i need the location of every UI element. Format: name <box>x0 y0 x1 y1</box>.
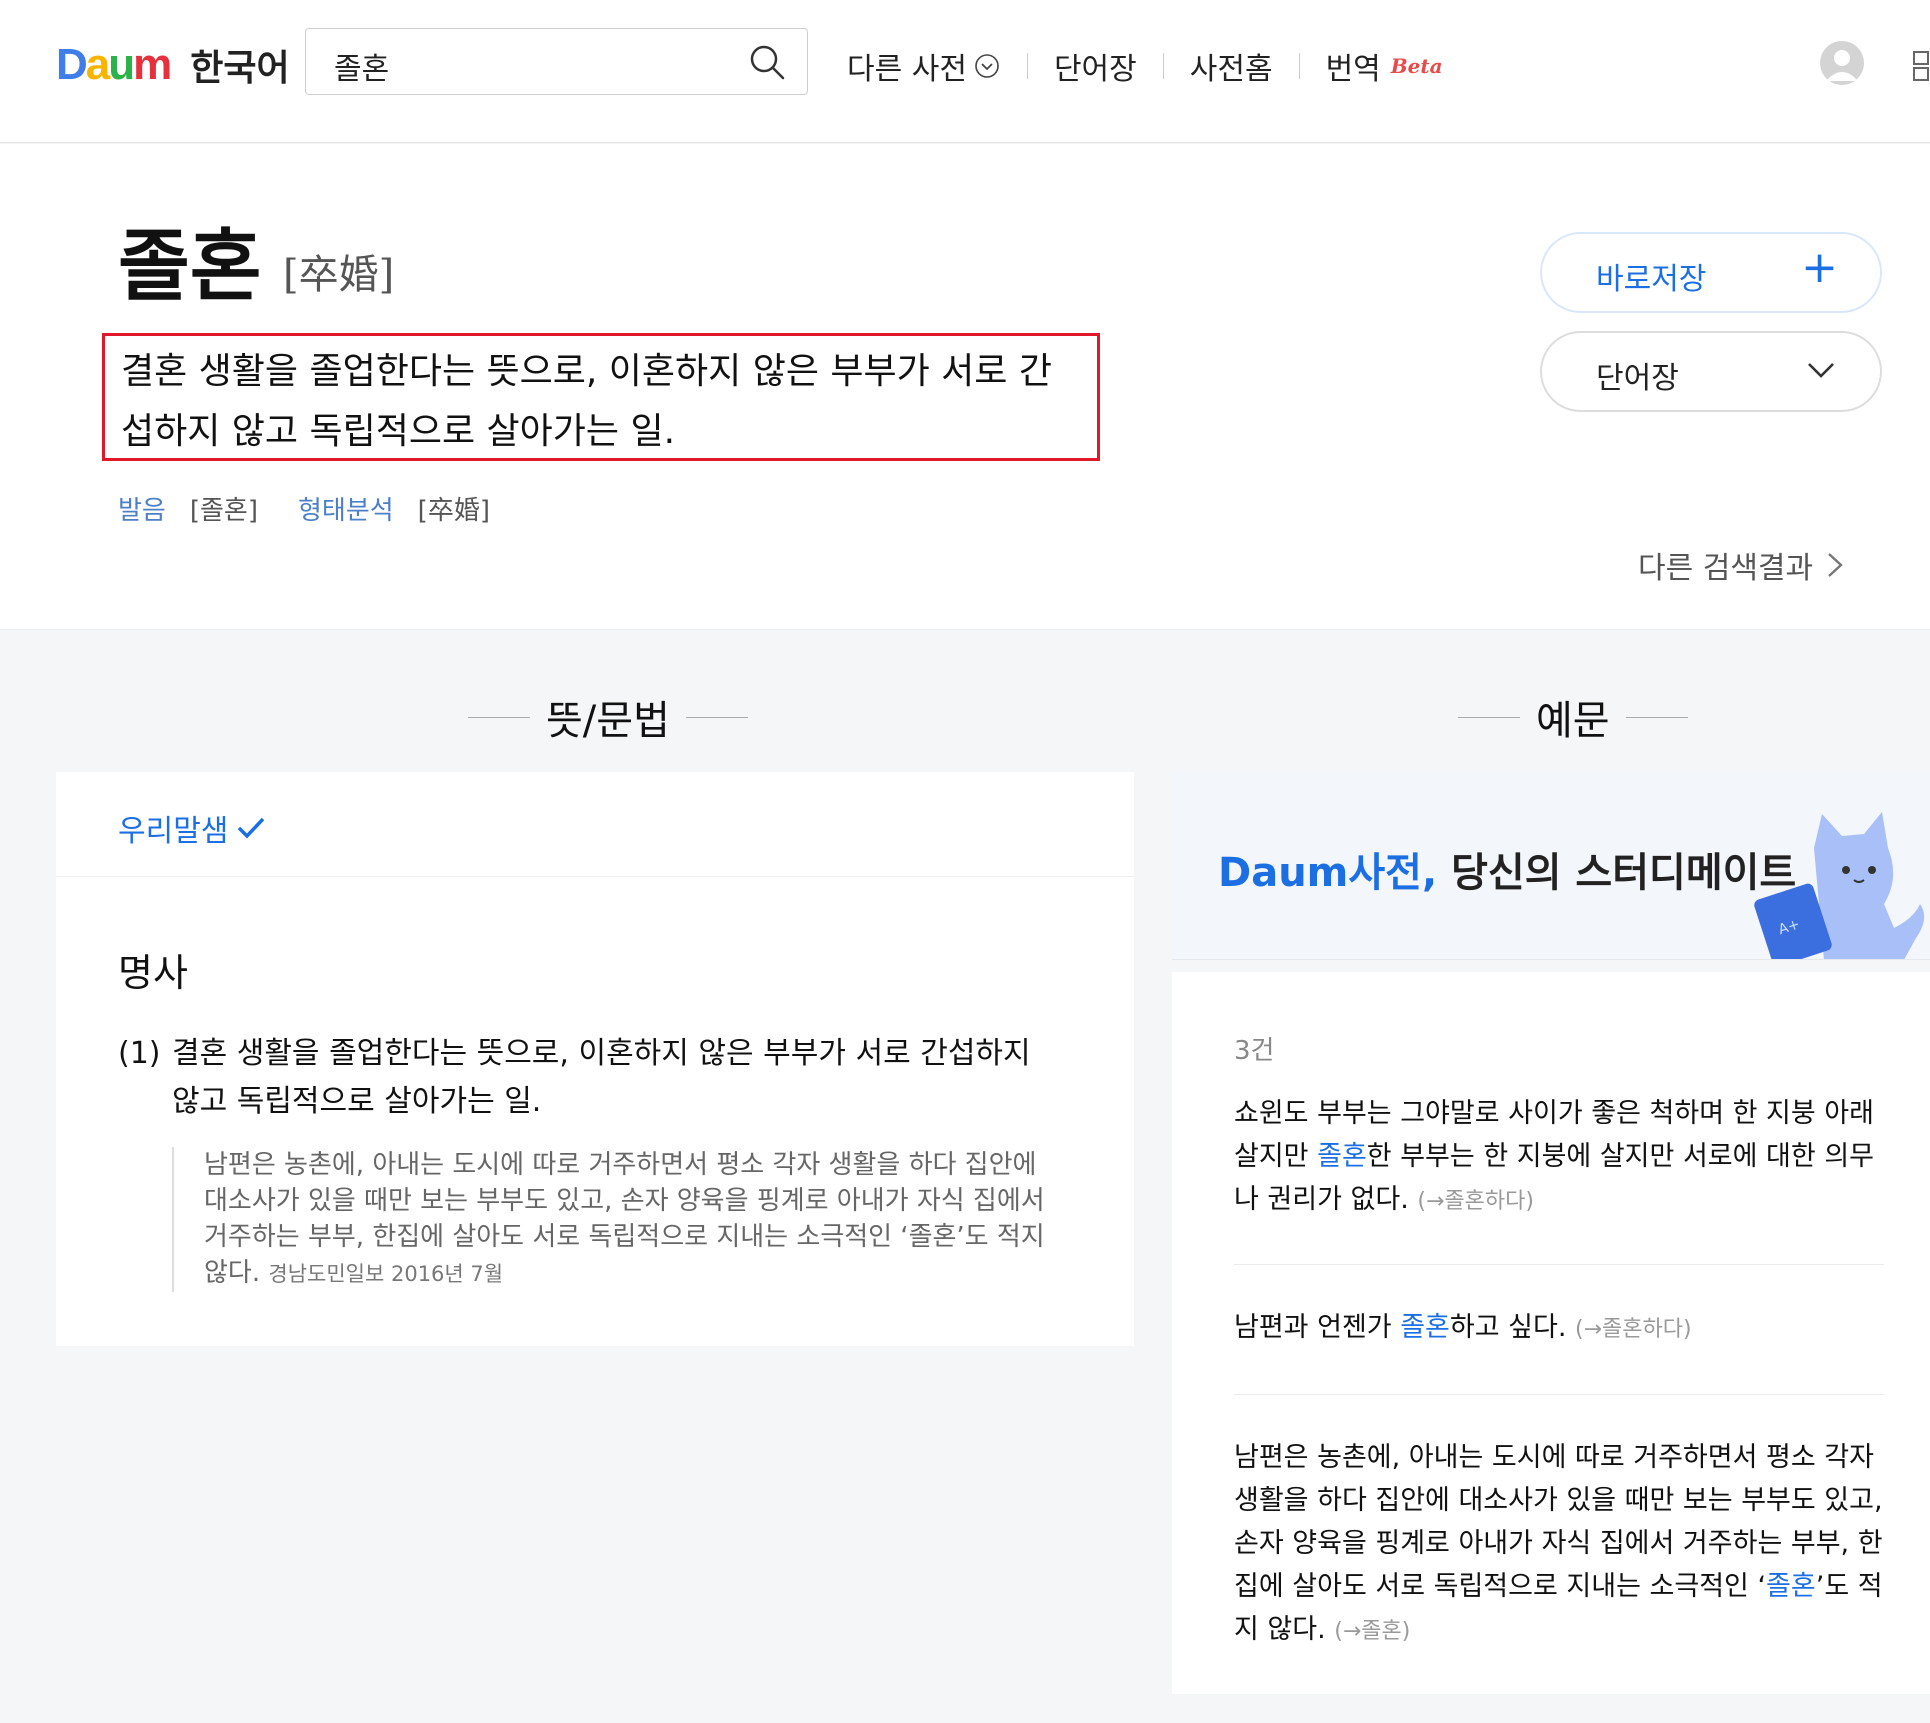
sense-number: (1) <box>118 1036 161 1071</box>
chevron-down-circle-icon <box>975 54 999 78</box>
nav-dict-home[interactable]: 사전홈 <box>1190 44 1273 88</box>
source-label: 우리말샘 <box>118 814 229 849</box>
usage-quote: 남편은 농촌에, 아내는 도시에 따로 거주하면서 평소 각자 생활을 하다 집… <box>172 1147 1052 1292</box>
other-results-link[interactable]: 다른 검색결과 <box>1638 543 1847 587</box>
example-ref[interactable]: (→졸혼하다) <box>1417 1189 1534 1214</box>
example-keyword[interactable]: 졸혼 <box>1766 1571 1816 1602</box>
definition-highlight-box: 결혼 생활을 졸업한다는 뜻으로, 이혼하지 않은 부부가 서로 간섭하지 않고… <box>102 333 1100 461</box>
example-ref[interactable]: (→졸혼하다) <box>1575 1317 1692 1342</box>
example-item: 쇼윈도 부부는 그야말로 사이가 좋은 척하며 한 지붕 아래 살지만 졸혼한 … <box>1234 1092 1884 1223</box>
examples-section-title: 예문 <box>1442 688 1704 746</box>
nav-wordbook-label: 단어장 <box>1053 52 1137 87</box>
nav-other-dicts[interactable]: 다른 사전 <box>847 44 1001 88</box>
quick-save-button[interactable]: 바로저장 + <box>1540 232 1882 313</box>
pronunciation-value: [졸혼] <box>189 496 258 526</box>
header: Daum 한국어 졸혼 다른 사전 단어장 사전홈 번역 Beta <box>0 0 1930 143</box>
examples-card: 3건 쇼윈도 부부는 그야말로 사이가 좋은 척하며 한 지붕 아래 살지만 졸… <box>1172 972 1930 1694</box>
source-tab[interactable]: 우리말샘 <box>118 806 266 850</box>
chevron-down-icon <box>1808 363 1834 378</box>
nav-divider <box>1162 53 1164 79</box>
example-item: 남편은 농촌에, 아내는 도시에 따로 거주하면서 평소 각자 생활을 하다 집… <box>1234 1436 1884 1653</box>
pronunciation-label[interactable]: 발음 <box>118 490 166 527</box>
example-keyword[interactable]: 졸혼 <box>1400 1312 1450 1343</box>
check-icon <box>238 817 265 839</box>
examples-title-text: 예문 <box>1536 698 1610 744</box>
daum-logo-text: Daum <box>56 40 172 89</box>
daum-logo[interactable]: Daum 한국어 <box>56 40 290 90</box>
wordbook-label: 단어장 <box>1596 361 1679 396</box>
example-count: 3건 <box>1234 1036 1275 1066</box>
example-text: 남편과 언젠가 <box>1234 1312 1401 1343</box>
sense-text: 결혼 생활을 졸업한다는 뜻으로, 이혼하지 않은 부부가 서로 간섭하지 않고… <box>172 1036 1031 1119</box>
sense-item: (1) 결혼 생활을 졸업한다는 뜻으로, 이혼하지 않은 부부가 서로 간섭하… <box>118 1030 1038 1126</box>
morphology-value: [卒婚] <box>417 496 490 526</box>
entry-hanja: [卒婚] <box>283 252 395 298</box>
entry-meta: 발음 [졸혼] 형태분석 [卒婚] <box>118 490 490 527</box>
nav-translate[interactable]: 번역 Beta <box>1326 44 1443 88</box>
example-keyword[interactable]: 졸혼 <box>1317 1141 1367 1172</box>
example-ref[interactable]: (→졸혼) <box>1334 1619 1410 1644</box>
avatar-icon[interactable] <box>1820 41 1864 85</box>
example-text: 하고 싶다. <box>1449 1312 1567 1343</box>
cat-illustration: A+ <box>1754 812 1925 959</box>
nav-wordbook[interactable]: 단어장 <box>1054 44 1137 88</box>
dict-title[interactable]: 한국어 <box>190 39 289 91</box>
promo-banner[interactable]: Daum사전, 당신의 스터디메이트 A+ <box>1172 772 1930 960</box>
plus-icon: + <box>1801 242 1838 293</box>
menu-icon[interactable] <box>1912 50 1930 82</box>
example-item: 남편과 언젠가 졸혼하고 싶다. (→졸혼하다) <box>1234 1306 1884 1351</box>
top-nav: 다른 사전 단어장 사전홈 번역 Beta <box>847 44 1443 88</box>
part-of-speech: 명사 <box>118 951 188 995</box>
nav-translate-label: 번역 <box>1325 52 1381 87</box>
banner-brand: Daum사전, <box>1218 850 1438 896</box>
morphology-label[interactable]: 형태분석 <box>298 490 394 527</box>
meaning-card: 우리말샘 명사 (1) 결혼 생활을 졸업한다는 뜻으로, 이혼하지 않은 부부… <box>56 772 1134 1346</box>
meaning-section-title: 뜻/문법 <box>452 688 764 746</box>
meaning-title-text: 뜻/문법 <box>546 698 670 744</box>
other-results-label: 다른 검색결과 <box>1638 551 1814 586</box>
wordbook-dropdown[interactable]: 단어장 <box>1540 331 1882 412</box>
beta-badge: Beta <box>1390 54 1443 78</box>
nav-divider <box>1026 53 1028 79</box>
chevron-right-icon <box>1828 553 1843 577</box>
nav-dict-home-label: 사전홈 <box>1189 52 1273 87</box>
entry-definition: 결혼 생활을 졸업한다는 뜻으로, 이혼하지 않은 부부가 서로 간섭하지 않고… <box>121 351 1052 452</box>
entry-word: 졸혼 <box>118 222 262 312</box>
quote-source: 경남도민일보 2016년 7월 <box>268 1262 504 1286</box>
search-input[interactable]: 졸혼 <box>334 44 389 88</box>
search-icon[interactable] <box>747 42 787 82</box>
quick-save-label: 바로저장 <box>1596 262 1707 297</box>
search-box[interactable]: 졸혼 <box>305 28 808 95</box>
nav-divider <box>1298 53 1300 79</box>
nav-other-dicts-label: 다른 사전 <box>847 52 967 87</box>
